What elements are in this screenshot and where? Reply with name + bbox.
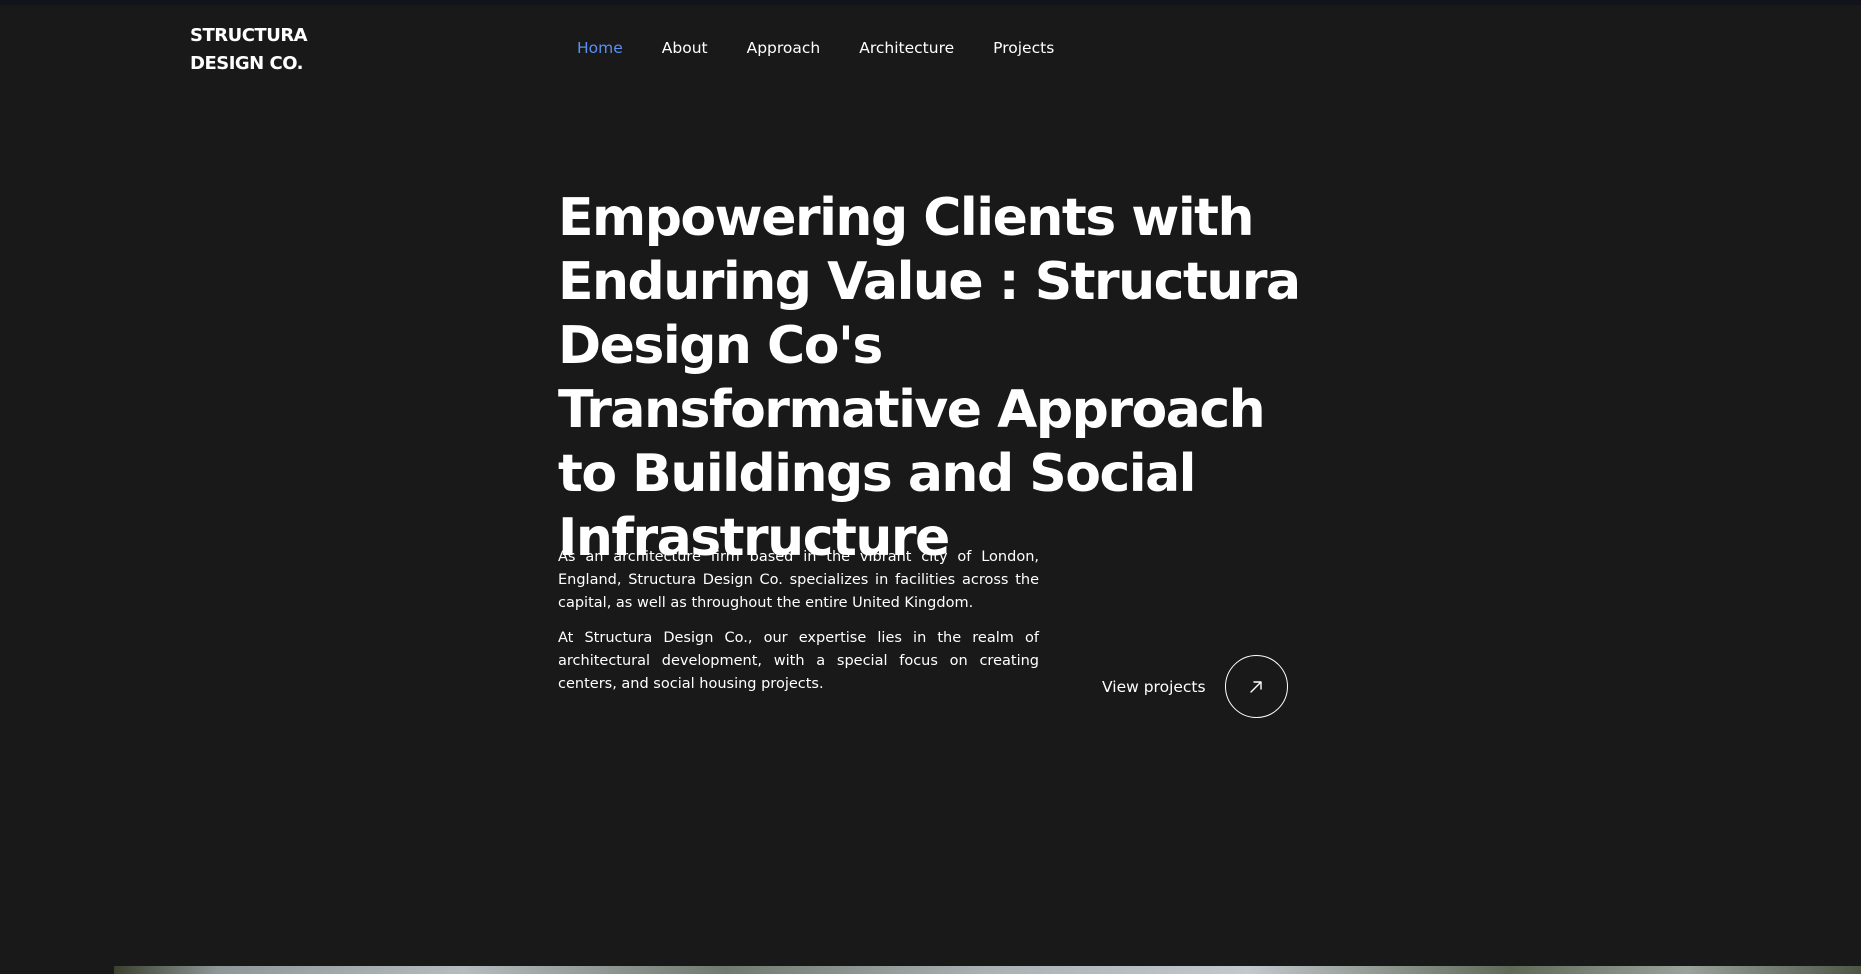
nav-architecture[interactable]: Architecture [859, 36, 954, 60]
hero-headline: Empowering Clients with Enduring Value :… [558, 188, 1301, 568]
hero-image [114, 966, 1861, 974]
brand-logo[interactable]: STRUCTURA DESIGN CO. [190, 22, 308, 78]
top-border [0, 0, 1861, 5]
arrow-up-right-icon [1250, 680, 1262, 693]
brand-line-2: DESIGN CO. [190, 53, 303, 74]
nav-approach[interactable]: Approach [747, 36, 821, 60]
nav-projects[interactable]: Projects [993, 36, 1054, 60]
view-projects-button[interactable]: View projects [1102, 655, 1288, 718]
hero-paragraph-1: As an architecture firm based in the vib… [558, 549, 1039, 611]
hero-paragraph-2: At Structura Design Co., our expertise l… [558, 630, 1039, 692]
view-projects-label: View projects [1102, 677, 1206, 696]
nav-home[interactable]: Home [577, 36, 623, 60]
hero-description: As an architecture firm based in the vib… [558, 546, 1039, 708]
arrow-circle[interactable] [1224, 655, 1288, 718]
nav-about[interactable]: About [662, 36, 708, 60]
brand-line-1: STRUCTURA [190, 25, 308, 46]
main-nav: Home About Approach Architecture Project… [577, 36, 1093, 60]
